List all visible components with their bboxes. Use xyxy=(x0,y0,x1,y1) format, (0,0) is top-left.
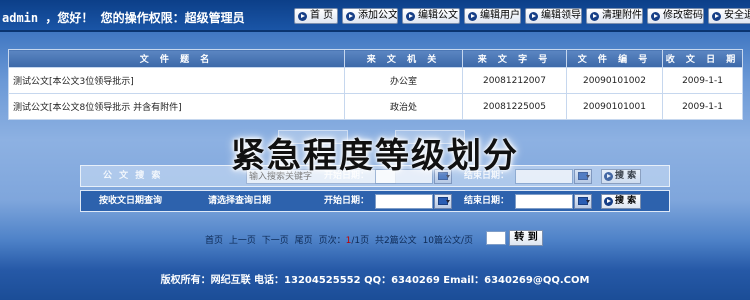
nav-label: 修改密码 xyxy=(663,10,703,21)
nav-edit-leader-button[interactable]: 编辑领导 xyxy=(525,8,582,24)
arrow-circle-icon xyxy=(604,197,613,206)
arrow-circle-icon xyxy=(590,12,599,21)
end-date-label: 结束日期： xyxy=(464,196,510,206)
date-search-panel: 按收文日期查询 请选择查询日期 开始日期： 结束日期： 搜 索 xyxy=(80,190,670,212)
table-cell: 20090101002 xyxy=(566,67,663,94)
last-page-link[interactable]: 尾页 xyxy=(295,236,313,246)
arrow-circle-icon xyxy=(651,12,660,21)
table-cell: 20081212007 xyxy=(462,67,567,94)
nav-label: 编辑领导 xyxy=(541,10,581,21)
page-number-input[interactable] xyxy=(486,231,506,245)
nav-add-document-button[interactable]: 添加公文 xyxy=(342,8,398,24)
arrow-circle-icon xyxy=(298,12,307,21)
page-prefix: 页次： xyxy=(318,236,346,246)
table-cell: 办公室 xyxy=(344,67,463,94)
nav-label: 编辑用户 xyxy=(480,10,520,21)
total-count: 共2篇公文 xyxy=(374,236,417,246)
document-table: 文 件 题 名 来 文 机 关 来 文 字 号 文 件 编 号 收 文 日 期 … xyxy=(8,49,743,120)
table-row[interactable]: 测试公文[本公文8位领导批示 并含有附件] 政治处 20081225005 20… xyxy=(8,93,743,120)
welcome-text: admin ，您好！ 您的操作权限：超级管理员 xyxy=(2,11,245,25)
column-header: 来 文 字 号 xyxy=(462,49,567,68)
nav-edit-document-button[interactable]: 编辑公文 xyxy=(402,8,460,24)
arrow-circle-icon xyxy=(468,12,477,21)
end-date-input[interactable] xyxy=(515,194,573,209)
per-page-count: 10篇公文/页 xyxy=(422,236,474,246)
nav-label: 安全退 xyxy=(724,10,750,21)
table-cell: 20090101001 xyxy=(566,93,663,120)
table-cell: 2009-1-1 xyxy=(662,67,743,94)
date-search-label: 按收文日期查询 xyxy=(99,196,163,206)
overlay-title: 紧急程度等级划分 xyxy=(231,136,519,176)
nav-label: 添加公文 xyxy=(358,10,398,21)
first-page-link[interactable]: 首页 xyxy=(205,236,223,246)
nav-label: 首 页 xyxy=(310,10,334,21)
document-title-link[interactable]: 测试公文[本公文3位领导批示] xyxy=(8,67,345,94)
arrow-circle-icon xyxy=(712,12,721,21)
next-page-link[interactable]: 下一页 xyxy=(262,236,289,246)
calendar-icon[interactable] xyxy=(434,194,452,209)
nav-label: 清理附件 xyxy=(602,10,642,21)
page-indicator: 页次：1/1页 xyxy=(319,236,370,246)
footer-copyright: 版权所有：网纪互联 电话：13204525552 QQ：6340269 Emai… xyxy=(160,275,590,286)
column-header: 文 件 编 号 xyxy=(566,49,663,68)
nav-clean-attachments-button[interactable]: 清理附件 xyxy=(586,8,643,24)
top-bar: admin ，您好！ 您的操作权限：超级管理员 首 页 添加公文 编辑公文 编辑… xyxy=(0,0,750,32)
calendar-icon[interactable] xyxy=(574,194,592,209)
prev-page-link[interactable]: 上一页 xyxy=(229,236,256,246)
table-header-row: 文 件 题 名 来 文 机 关 来 文 字 号 文 件 编 号 收 文 日 期 xyxy=(8,49,743,68)
nav-change-password-button[interactable]: 修改密码 xyxy=(647,8,704,24)
nav-home-button[interactable]: 首 页 xyxy=(294,8,338,24)
date-search-hint: 请选择查询日期 xyxy=(208,196,272,206)
button-label: 搜 索 xyxy=(615,196,637,206)
table-cell: 2009-1-1 xyxy=(662,93,743,120)
start-date-input[interactable] xyxy=(375,194,433,209)
column-header: 文 件 题 名 xyxy=(8,49,345,68)
document-title-link[interactable]: 测试公文[本公文8位领导批示 并含有附件] xyxy=(8,93,345,120)
nav-label: 编辑公文 xyxy=(418,10,458,21)
go-to-page-button[interactable]: 转 到 xyxy=(509,230,543,246)
nav-logout-button[interactable]: 安全退 xyxy=(708,8,750,24)
page-suffix: /1页 xyxy=(351,236,370,246)
arrow-circle-icon xyxy=(529,12,538,21)
pagination: 首页 上一页 下一页 尾页 页次：1/1页 共2篇公文 10篇公文/页 xyxy=(205,233,476,246)
table-cell: 政治处 xyxy=(344,93,463,120)
start-date-label: 开始日期： xyxy=(324,196,370,206)
table-row[interactable]: 测试公文[本公文3位领导批示] 办公室 20081212007 20090101… xyxy=(8,67,743,94)
arrow-circle-icon xyxy=(346,12,355,21)
nav-edit-user-button[interactable]: 编辑用户 xyxy=(464,8,521,24)
arrow-circle-icon xyxy=(406,12,415,21)
table-cell: 20081225005 xyxy=(462,93,567,120)
column-header: 收 文 日 期 xyxy=(662,49,743,68)
column-header: 来 文 机 关 xyxy=(344,49,463,68)
date-search-button[interactable]: 搜 索 xyxy=(601,194,642,209)
